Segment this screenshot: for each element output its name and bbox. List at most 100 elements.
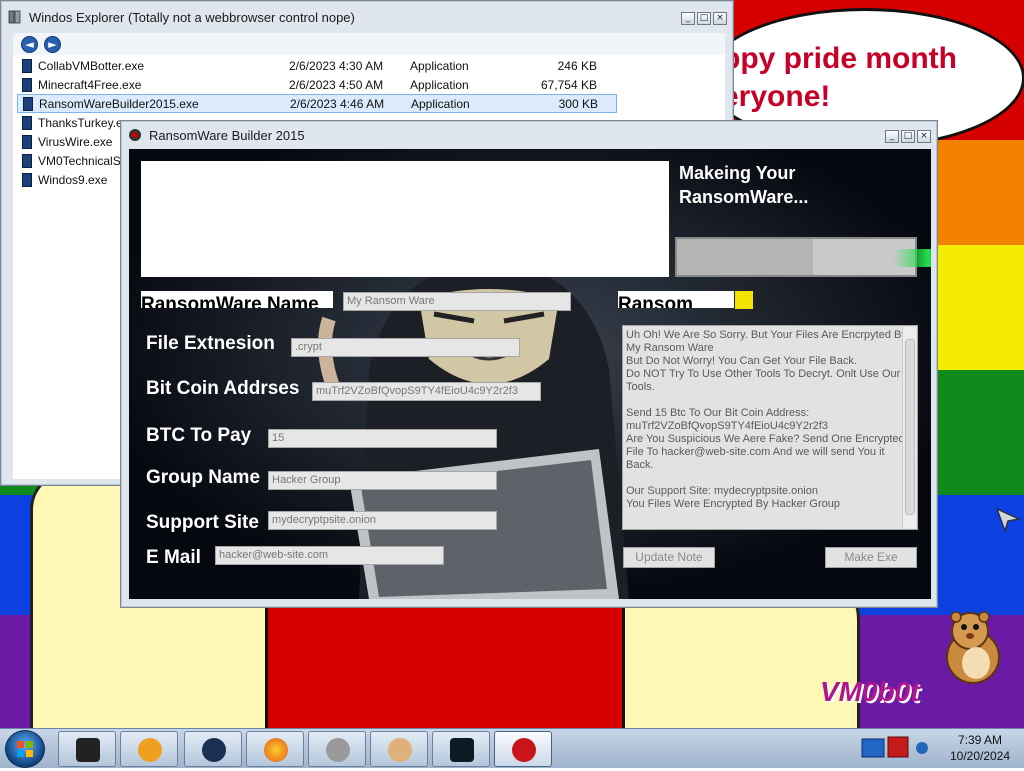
exe-file-icon bbox=[22, 135, 32, 149]
file-date: 2/6/2023 4:46 AM bbox=[290, 97, 385, 111]
exe-file-icon bbox=[22, 59, 32, 73]
file-name: VirusWire.exe bbox=[38, 135, 113, 149]
globe-icon bbox=[202, 738, 226, 762]
firefox-icon bbox=[264, 738, 288, 762]
file-date: 2/6/2023 4:50 AM bbox=[289, 78, 384, 92]
file-row[interactable]: CollabVMBotter.exe 2/6/2023 4:30 AM Appl… bbox=[17, 57, 617, 76]
close-button[interactable]: × bbox=[917, 130, 931, 143]
media-player-icon bbox=[138, 738, 162, 762]
make-exe-button[interactable]: Make Exe bbox=[825, 547, 917, 568]
note-line: Back. bbox=[626, 459, 654, 471]
ransomware-app-icon bbox=[512, 738, 536, 762]
file-row-selected[interactable]: RansomWareBuilder2015.exe 2/6/2023 4:46 … bbox=[17, 94, 617, 113]
note-scrollbar[interactable] bbox=[902, 327, 916, 528]
note-line: My Ransom Ware bbox=[626, 342, 714, 354]
build-status-text: Makeing Your RansomWare... bbox=[679, 161, 808, 209]
exe-file-icon bbox=[22, 173, 32, 187]
taskbar-app-explorer[interactable] bbox=[58, 731, 116, 767]
build-progress-bar bbox=[675, 237, 931, 277]
group-name-label: Group Name bbox=[146, 467, 261, 488]
builder-titlebar[interactable]: RansomWare Builder 2015 bbox=[121, 121, 937, 149]
support-site-input[interactable]: mydecryptpsite.onion bbox=[268, 511, 497, 530]
clock-time: 7:39 AM bbox=[957, 733, 1003, 747]
note-line: Send 15 Btc To Our Bit Coin Address: bbox=[626, 407, 810, 419]
taskbar-app-globe[interactable] bbox=[184, 731, 242, 767]
skull-icon bbox=[326, 738, 350, 762]
ransomware-name-input[interactable]: My Ransom Ware bbox=[343, 292, 571, 311]
note-line: But Do Not Worry! You Can Get Your File … bbox=[626, 355, 857, 367]
taskbar-clock[interactable]: 7:39 AM 10/20/2024 bbox=[940, 732, 1020, 764]
taskbar-app-media-player[interactable] bbox=[120, 731, 178, 767]
note-line: Tools. bbox=[626, 381, 655, 393]
taskbar-app-monitor[interactable] bbox=[432, 731, 490, 767]
file-name: Windos9.exe bbox=[38, 173, 108, 187]
note-line bbox=[626, 394, 899, 407]
support-site-label: Support Site bbox=[146, 512, 259, 533]
ransom-note-label-text: Ransom Note bbox=[618, 294, 693, 308]
ransom-note-textarea[interactable]: Uh Oh! We Are So Sorry. But Your Files A… bbox=[622, 325, 918, 530]
file-row[interactable]: Minecraft4Free.exe 2/6/2023 4:50 AM Appl… bbox=[17, 76, 617, 95]
network-icon[interactable] bbox=[840, 731, 940, 767]
minimize-button[interactable]: _ bbox=[681, 12, 695, 25]
taskbar-app-user[interactable] bbox=[370, 731, 428, 767]
minimize-button[interactable]: _ bbox=[885, 130, 899, 143]
file-type: Application bbox=[411, 97, 470, 111]
file-date: 2/6/2023 4:30 AM bbox=[289, 59, 384, 73]
taskbar-app-firefox[interactable] bbox=[246, 731, 304, 767]
speech-bubble-text: ppy pride month eryone! bbox=[722, 40, 957, 116]
maximize-button[interactable]: □ bbox=[697, 12, 711, 25]
group-name-input[interactable]: Hacker Group bbox=[268, 471, 497, 490]
note-scrollbar-thumb[interactable] bbox=[905, 339, 915, 515]
builder-body: Makeing Your RansomWare... RansomWare Na… bbox=[129, 149, 931, 599]
note-line: File To hacker@web-site.com And we will … bbox=[626, 446, 885, 458]
ransom-note-label: Ransom Note bbox=[618, 291, 734, 308]
build-progress-glow bbox=[893, 249, 931, 267]
builder-window-controls: _ □ × bbox=[885, 130, 931, 143]
forward-arrow-icon[interactable]: ► bbox=[44, 35, 61, 53]
email-label: E Mail bbox=[146, 547, 201, 568]
start-button[interactable] bbox=[5, 730, 45, 768]
btc-address-label: Bit Coin Addrses bbox=[146, 378, 300, 399]
file-name: VM0TechnicalSt bbox=[38, 154, 125, 168]
maximize-button[interactable]: □ bbox=[901, 130, 915, 143]
exe-file-icon bbox=[23, 97, 33, 111]
file-name: RansomWareBuilder2015.exe bbox=[39, 97, 199, 111]
windows-logo-icon bbox=[17, 741, 33, 757]
file-type: Application bbox=[410, 59, 469, 73]
file-size: 246 KB bbox=[557, 59, 597, 73]
clock-date: 10/20/2024 bbox=[949, 749, 1011, 763]
file-size: 300 KB bbox=[558, 97, 598, 111]
file-preview-panel bbox=[141, 161, 669, 277]
explorer-nav-bar: ◄ ► bbox=[13, 33, 725, 55]
close-button[interactable]: × bbox=[713, 12, 727, 25]
taskbar-app-skull[interactable] bbox=[308, 731, 366, 767]
build-status-line-1: Makeing Your bbox=[679, 163, 796, 183]
explorer-window-controls: _ □ × bbox=[681, 12, 727, 25]
note-color-swatch[interactable] bbox=[735, 291, 753, 309]
file-extension-input[interactable]: .crypt bbox=[291, 338, 520, 357]
note-line: Our Support Site: mydecryptpsite.onion bbox=[626, 485, 818, 497]
explorer-titlebar[interactable]: Windos Explorer (Totally not a webbrowse… bbox=[1, 1, 733, 33]
btc-address-input[interactable]: muTrf2VZoBfQvopS9TY4fEioU4c9Y2r2f3 bbox=[312, 382, 541, 401]
back-arrow-icon[interactable]: ◄ bbox=[21, 35, 38, 53]
note-line: You Files Were Encrypted By Hacker Group bbox=[626, 498, 840, 510]
file-extension-label: File Extnesion bbox=[146, 333, 275, 354]
btc-amount-input[interactable]: 15 bbox=[268, 429, 497, 448]
ransomware-name-label-text: RansomWare Name bbox=[141, 294, 319, 308]
build-progress-fill bbox=[677, 239, 813, 275]
note-line: Do NOT Try To Use Other Tools To Decryt.… bbox=[626, 368, 901, 380]
file-type: Application bbox=[410, 78, 469, 92]
ransomware-name-label: RansomWare Name bbox=[141, 291, 333, 308]
explorer-app-icon bbox=[8, 10, 21, 24]
update-note-button[interactable]: Update Note bbox=[623, 547, 715, 568]
hamster-icon bbox=[946, 611, 1000, 684]
note-line bbox=[626, 472, 899, 485]
btc-amount-label: BTC To Pay bbox=[146, 425, 252, 446]
email-input[interactable]: hacker@web-site.com bbox=[215, 546, 444, 565]
taskbar-app-ransomware-builder[interactable] bbox=[494, 731, 552, 767]
exe-file-icon bbox=[22, 154, 32, 168]
person-icon bbox=[388, 738, 412, 762]
mouse-cursor-icon bbox=[995, 507, 1021, 533]
build-status-line-2: RansomWare... bbox=[679, 187, 809, 207]
system-tray bbox=[840, 731, 940, 767]
